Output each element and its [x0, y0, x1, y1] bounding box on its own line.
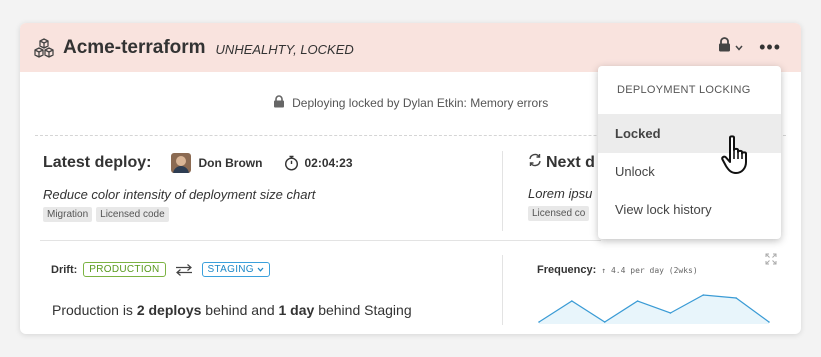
avatar	[171, 153, 192, 173]
column-divider	[502, 151, 503, 231]
cubes-icon	[32, 36, 56, 60]
stopwatch-icon	[284, 155, 299, 171]
frequency-point-0	[538, 321, 540, 323]
frequency-area	[539, 295, 769, 324]
lock-icon	[718, 37, 731, 57]
staging-label: STAGING	[207, 264, 254, 275]
deploy-duration: 02:04:23	[304, 156, 353, 170]
deploys-behind: 2 deploys	[136, 302, 202, 318]
lock-menu-button[interactable]	[718, 37, 743, 57]
drift-summary: Production is 2 deploys behind and 1 day…	[52, 302, 412, 318]
lock-notice-text: Deploying locked by Dylan Etkin: Memory …	[292, 96, 549, 110]
deploy-message: Reduce color intensity of deployment siz…	[43, 187, 316, 202]
deploy-author[interactable]: Don Brown	[198, 156, 262, 170]
tag: Licensed code	[96, 207, 169, 222]
swap-icon[interactable]	[175, 263, 193, 276]
frequency-point-7	[768, 321, 770, 323]
frequency-label: Frequency:	[537, 264, 597, 276]
latest-deploy: Latest deploy: Don Brown 02:04:23 Reduce…	[43, 153, 503, 222]
tag: Migration	[43, 207, 93, 222]
staging-select[interactable]: STAGING	[201, 262, 270, 277]
frequency-point-4	[669, 312, 672, 314]
refresh-icon	[528, 153, 542, 172]
app-title: Acme-terraform	[63, 36, 206, 58]
frequency-point-5	[702, 294, 705, 296]
tag: Licensed co	[528, 206, 590, 221]
frequency-point-3	[636, 300, 639, 302]
menu-item-view-lock-history[interactable]: View lock history	[598, 191, 781, 229]
production-badge: PRODUCTION	[83, 262, 166, 277]
header-actions: •••	[718, 37, 781, 57]
frequency-point-1	[571, 300, 573, 302]
column-divider	[502, 255, 503, 325]
drift-row: Drift: PRODUCTION STAGING	[51, 262, 270, 277]
expand-icon[interactable]	[765, 252, 777, 270]
frequency-header: Frequency: ↑ 4.4 per day (2wks)	[537, 264, 698, 276]
hand-cursor-icon	[720, 135, 754, 180]
row-divider	[40, 240, 601, 241]
next-deploy-title: Next d	[546, 153, 595, 171]
frequency-chart	[538, 294, 770, 324]
deploy-tags: Migration Licensed code	[43, 207, 503, 222]
frequency-point-6	[735, 297, 737, 299]
drift-label: Drift:	[51, 263, 78, 276]
lock-icon	[273, 95, 288, 111]
card-header: Acme-terraform UNHEALHTY, LOCKED •••	[20, 23, 801, 72]
menu-heading: DEPLOYMENT LOCKING	[617, 84, 751, 96]
drift-summary-prefix: Production is	[52, 302, 137, 318]
frequency-point-2	[603, 321, 606, 323]
app-status: UNHEALHTY, LOCKED	[215, 41, 354, 57]
frequency-value: ↑ 4.4 per day (2wks)	[601, 266, 698, 275]
latest-deploy-title: Latest deploy:	[43, 154, 152, 171]
chevron-down-icon	[257, 264, 264, 275]
more-options-button[interactable]: •••	[759, 38, 781, 56]
drift-summary-suffix: behind Staging	[314, 302, 412, 318]
drift-summary-middle: behind and	[201, 302, 279, 318]
days-behind: 1 day	[278, 302, 315, 318]
chevron-down-icon	[735, 38, 743, 56]
